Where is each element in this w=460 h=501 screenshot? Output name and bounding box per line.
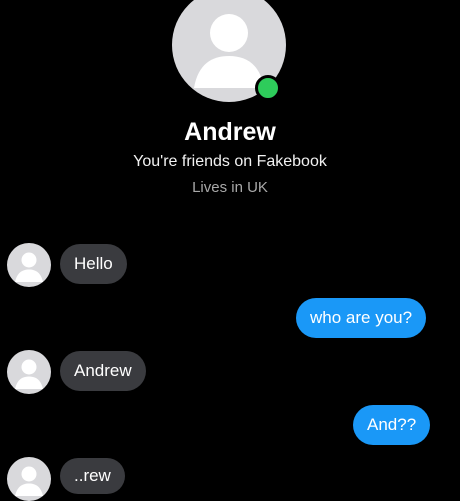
incoming-message-bubble[interactable]: Andrew [60, 351, 146, 391]
online-status-indicator [255, 75, 281, 101]
incoming-message-bubble[interactable]: Hello [60, 244, 127, 284]
profile-name[interactable]: Andrew [0, 118, 460, 147]
incoming-message-bubble[interactable]: ..rew [60, 458, 125, 494]
sender-avatar-icon[interactable] [7, 457, 51, 501]
sender-avatar-icon[interactable] [7, 350, 51, 394]
outgoing-message-bubble[interactable]: And?? [353, 405, 431, 445]
outgoing-message-bubble[interactable]: who are you? [296, 298, 427, 338]
sender-avatar-icon[interactable] [7, 243, 51, 287]
friendship-status: You're friends on Fakebook [133, 153, 327, 170]
location-info: Lives in UK [192, 179, 268, 196]
